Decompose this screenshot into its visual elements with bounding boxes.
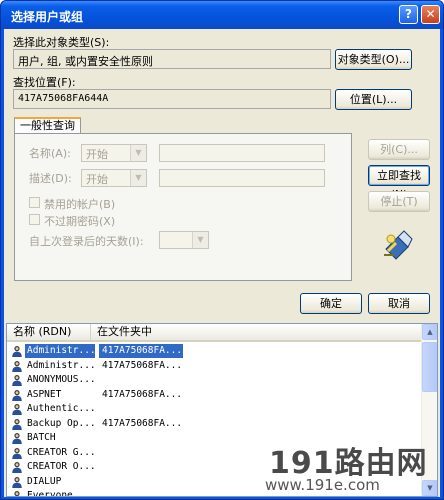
row-name: Authentic... [27,403,95,414]
dialog-client: 选择此对象类型(S): 用户, 组, 或内置安全性原则 对象类型(O)... 查… [4,29,440,497]
table-row[interactable]: Authentic... [9,402,423,416]
name-mode-combo: 开始 ▼ [81,144,147,162]
object-types-button[interactable]: 对象类型(O)... [335,49,412,70]
user-icon [12,389,22,401]
user-icon [12,346,22,357]
row-name: ASPNET [27,388,62,400]
watermark-url: www.191e.com [265,476,380,494]
user-icon [14,491,20,496]
common-queries-panel: 名称(A): 开始 ▼ 描述(D): 开始 ▼ 禁用的帐户(B) 不过期密码(X… [14,133,352,281]
non-expiring-password-checkbox [29,214,40,225]
user-icon [12,375,22,386]
table-row[interactable]: ANONYMOUS... [9,373,423,387]
columns-button[interactable]: 列(C)... [368,139,430,160]
table-row[interactable]: Administr... 417A75068FA... [9,344,423,358]
title-bar[interactable]: 选择用户或组 ? ✕ [1,1,443,29]
scroll-thumb[interactable] [422,342,437,392]
close-button[interactable]: ✕ [421,5,440,24]
location-label: 查找位置(F): [13,76,76,89]
row-folder [99,475,183,489]
row-name: CREATOR O... [27,461,95,472]
row-name: CREATOR G... [27,446,95,458]
column-header-folder[interactable]: 在文件夹中 [91,324,422,342]
column-header-name[interactable]: 名称 (RDN) [7,324,91,342]
table-row[interactable]: ASPNET 417A75068FA... [9,388,423,402]
row-folder: 417A75068FA... [102,388,183,400]
description-mode-combo: 开始 ▼ [81,169,147,187]
non-expiring-password-label: 不过期密码(X) [44,215,116,228]
table-row[interactable]: Backup Op... 417A75068FA... [9,417,423,431]
user-icon [12,462,22,473]
row-folder [99,460,183,474]
row-name: Administr... [27,359,95,371]
row-name: DIALUP [27,475,62,487]
user-icon [12,404,22,415]
chevron-down-icon: ▼ [192,232,208,248]
name-mode-value: 开始 [86,148,108,161]
user-icon [12,476,22,488]
row-folder: 417A75068FA... [102,359,183,371]
magnifier-flashlight-icon [384,230,413,260]
find-now-button[interactable]: 立即查找(N) [368,165,430,201]
chevron-down-icon: ▼ [130,170,146,186]
window-title: 选择用户或组 [11,10,84,24]
watermark: 191路由网 www.191e.com [263,438,441,496]
dialog-window: 选择用户或组 ? ✕ 选择此对象类型(S): 用户, 组, 或内置安全性原则 对… [0,0,444,500]
row-folder: 417A75068FA... [99,344,183,358]
scroll-up-icon[interactable]: ▲ [422,324,437,340]
row-folder [99,446,183,460]
stop-button[interactable]: 停止(T) [368,191,430,212]
ok-button[interactable]: 确定 [300,293,362,314]
row-folder [99,402,183,416]
row-name: ANONYMOUS... [27,374,95,385]
locations-button[interactable]: 位置(L)... [335,89,412,110]
row-folder [99,489,183,496]
name-input [159,144,325,162]
object-type-label: 选择此对象类型(S): [13,36,110,49]
table-row[interactable]: Administr... 417A75068FA... [9,359,423,373]
row-name: Administr... [25,344,95,358]
chevron-down-icon: ▼ [130,145,146,161]
days-since-login-label: 自上次登录后的天数(I): [29,235,144,248]
object-type-field: 用户, 组, 或内置安全性原则 [13,49,331,69]
row-folder: 417A75068FA... [102,417,183,429]
user-icon [12,447,22,459]
description-input [159,169,325,187]
days-since-login-combo: ▼ [159,231,209,249]
row-name: Backup Op... [27,417,95,429]
description-mode-value: 开始 [86,173,108,186]
help-button[interactable]: ? [399,5,418,24]
description-label: 描述(D): [29,172,72,185]
cancel-button[interactable]: 取消 [368,293,430,314]
row-name: BATCH [27,432,56,443]
row-folder [99,431,183,445]
user-icon [12,360,22,372]
location-field: 417A75068FA644A [13,89,331,109]
row-folder [99,373,183,387]
user-icon [12,418,22,430]
disabled-accounts-checkbox [29,197,40,208]
disabled-accounts-label: 禁用的帐户(B) [44,198,116,211]
row-name: Everyone [27,490,73,497]
name-label: 名称(A): [29,147,71,160]
user-icon [12,433,22,444]
